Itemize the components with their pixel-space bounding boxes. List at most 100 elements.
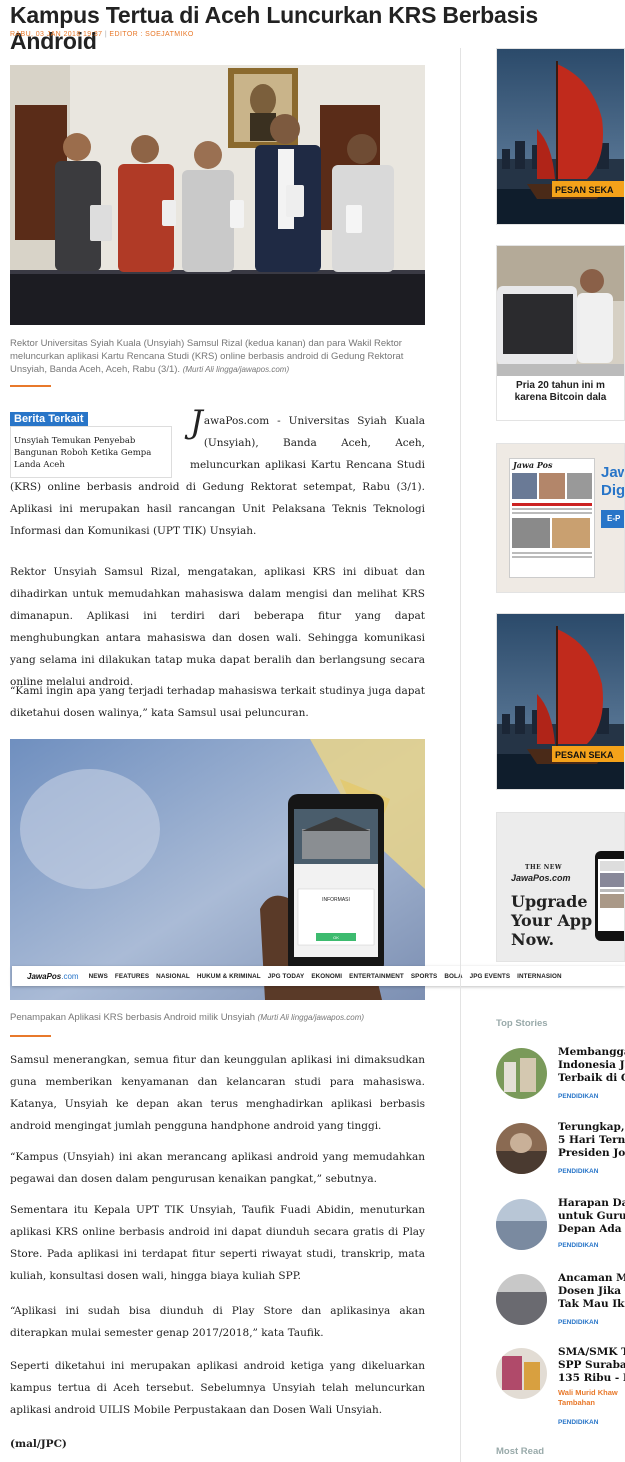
story-category[interactable]: PENDIDIKAN [558, 1319, 598, 1326]
sticky-navbar: JawaPos.com NEWS FEATURES NASIONAL HUKUM… [12, 966, 625, 986]
story-title-line: 135 Ribu - Rp [558, 1372, 625, 1384]
story-thumb-figure [510, 1133, 532, 1153]
newspaper-photo [566, 473, 592, 499]
ad-banner-app-upgrade[interactable]: THE NEW JawaPos.com Upgrade Your App Now… [496, 812, 625, 962]
ad5-screen-block [600, 861, 624, 871]
ad-banner-epaper[interactable]: Jawa Pos Jaw Dig E-P [496, 443, 625, 593]
story-title-line: SPP Surabaya [558, 1359, 625, 1371]
caption-2-text: Penampakan Aplikasi KRS berbasis Android… [10, 1012, 256, 1023]
article-photo-launch [10, 65, 425, 325]
article-title: Kampus Tertua di Aceh Luncurkan KRS Berb… [10, 2, 538, 54]
article-date: RABU, 03 JAN 2018 19:37 [10, 31, 103, 38]
nav-item-ekonomi[interactable]: EKONOMI [311, 973, 342, 980]
ad-banner-bitcoin[interactable]: Pria 20 tahun ini m karena Bitcoin dala [496, 245, 625, 421]
story-subtitle-line: Wali Murid Khaw [558, 1388, 618, 1397]
newspaper-line [512, 552, 592, 554]
article-meta: RABU, 03 JAN 2018 19:37 | EDITOR : SOEJA… [10, 31, 194, 38]
story-title: Membanggal Indonesia Ja Terbaik di O [558, 1046, 625, 1085]
ad1-button-text: PESAN SEKA [555, 185, 614, 195]
column-divider [460, 48, 461, 1462]
story-thumb-figure [496, 1221, 547, 1250]
article-editor[interactable]: EDITOR : SOEJATMIKO [109, 31, 193, 38]
story-category[interactable]: PENDIDIKAN [558, 1168, 598, 1175]
nav-item-jpg-today[interactable]: JPG TODAY [268, 973, 305, 980]
ad5-screen-block [600, 894, 624, 908]
newspaper-photo [512, 518, 550, 548]
story-subtitle-line: Tambahan [558, 1398, 595, 1407]
nav-item-sports[interactable]: SPORTS [411, 973, 438, 980]
caption-1-credit: (Murti Ali lingga/jawapos.com) [182, 365, 290, 374]
ad-banner-junk-1[interactable]: PESAN SEKA [496, 48, 625, 225]
paragraph-3: “Kami ingin apa yang terjadi terhadap ma… [10, 685, 425, 719]
paragraph-6: Sementara itu Kepala UPT TIK Unsyiah, Ta… [10, 1204, 425, 1282]
story-title-line: Membanggal [558, 1046, 625, 1058]
most-read-heading: Most Read [496, 1446, 545, 1457]
ad5-screen-block [600, 873, 624, 887]
top-story-item[interactable]: Membanggal Indonesia Ja Terbaik di O PEN… [496, 1046, 625, 1106]
top-story-item[interactable]: Terungkap, F 5 Hari Ternya Presiden Jok … [496, 1121, 625, 1181]
meta-separator: | [104, 31, 108, 38]
ad3-title-1: Jaw [601, 464, 624, 481]
story-thumbnail [496, 1199, 547, 1250]
story-category[interactable]: PENDIDIKAN [558, 1242, 598, 1249]
story-thumb-figure [504, 1062, 516, 1092]
nav-item-news[interactable]: NEWS [89, 973, 108, 980]
nav-item-internasional[interactable]: INTERNASION [517, 973, 561, 980]
ad5-headline-2: Your App [511, 911, 593, 930]
paragraph-7: “Aplikasi ini sudah bisa diunduh di Play… [10, 1305, 425, 1339]
ad5-brand: JawaPos.com [511, 873, 571, 883]
story-category[interactable]: PENDIDIKAN [558, 1093, 598, 1100]
story-title: Terungkap, F 5 Hari Ternya Presiden Jok [558, 1121, 625, 1160]
story-title-line: Harapan Dar [558, 1197, 625, 1209]
ad5-headline-1: Upgrade [511, 892, 588, 911]
story-thumb-figure [496, 1151, 547, 1174]
nav-item-jpg-events[interactable]: JPG EVENTS [470, 973, 511, 980]
ad3-title-2: Dig [601, 482, 625, 499]
story-thumbnail [496, 1274, 547, 1325]
nav-item-nasional[interactable]: NASIONAL [156, 973, 190, 980]
story-subtitle: Wali Murid Khaw Tambahan [558, 1388, 618, 1408]
story-title: Harapan Dar untuk Guru I Depan Ada P [558, 1197, 625, 1236]
story-thumbnail [496, 1123, 547, 1174]
nav-item-entertainment[interactable]: ENTERTAINMENT [349, 973, 404, 980]
caption-2-credit: (Murti Ali lingga/jawapos.com) [257, 1013, 365, 1022]
ad3-button[interactable]: E-P [601, 510, 624, 528]
ad-banner-junk-2[interactable]: PESAN SEKA [496, 613, 625, 790]
top-story-item[interactable]: Harapan Dar untuk Guru I Depan Ada P PEN… [496, 1197, 625, 1257]
photo-caption-1: Rektor Universitas Syiah Kuala (Unsyiah)… [10, 337, 420, 376]
nav-item-features[interactable]: FEATURES [115, 973, 149, 980]
story-category[interactable]: PENDIDIKAN [558, 1419, 598, 1426]
ad5-headline-3: Now. [511, 930, 555, 949]
story-title: Ancaman Me Dosen Jika M Tak Mau Iku [558, 1272, 625, 1311]
drop-cap: J [190, 403, 203, 441]
top-story-item[interactable]: SMA/SMK Ta SPP Surabaya 135 Ribu - Rp Wa… [496, 1346, 625, 1431]
story-thumbnail [496, 1348, 547, 1399]
top-story-item[interactable]: Ancaman Me Dosen Jika M Tak Mau Iku PEND… [496, 1272, 625, 1332]
ad5-phone-image [595, 851, 624, 941]
newspaper-masthead: Jawa Pos [513, 460, 553, 470]
story-title-line: untuk Guru I [558, 1210, 625, 1222]
article-photo-app: INFORMASI OK [10, 739, 425, 1000]
paragraph-2: Rektor Unsyiah Samsul Rizal, mengatakan,… [10, 566, 425, 688]
nav-item-hukum-kriminal[interactable]: HUKUM & KRIMINAL [197, 973, 261, 980]
story-thumb-figure [496, 1292, 547, 1325]
paragraph-8: Seperti diketahui ini merupakan aplikasi… [10, 1360, 425, 1416]
phone-dialog-title: INFORMASI [322, 897, 350, 903]
ad2-caption-line-2: karena Bitcoin dala [514, 392, 607, 403]
newspaper-line [512, 508, 592, 510]
caption-divider-1 [10, 385, 51, 387]
story-title-line: Indonesia Ja [558, 1059, 625, 1071]
story-thumbnail [496, 1048, 547, 1099]
navbar-logo-text: JawaPos [27, 971, 62, 981]
navbar-logo[interactable]: JawaPos.com [27, 972, 79, 981]
newspaper-photo-row [510, 471, 594, 501]
ad5-screen-line [600, 889, 624, 892]
newspaper-photo [512, 473, 538, 499]
related-box-spacer [10, 410, 190, 476]
newspaper-photo [552, 518, 590, 548]
story-title: SMA/SMK Ta SPP Surabaya 135 Ribu - Rp [558, 1346, 625, 1385]
story-title-line: Terbaik di O [558, 1072, 625, 1084]
ad4-button-text: PESAN SEKA [555, 750, 614, 760]
photo-caption-2: Penampakan Aplikasi KRS berbasis Android… [10, 1011, 420, 1024]
ad2-caption: Pria 20 tahun ini m karena Bitcoin dala [497, 380, 624, 404]
